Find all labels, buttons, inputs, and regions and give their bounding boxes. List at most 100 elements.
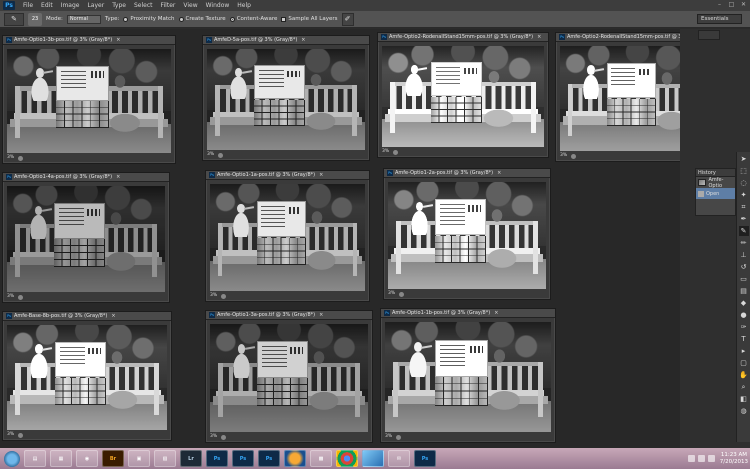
document-canvas[interactable] — [7, 186, 165, 292]
history-brush-tool-icon[interactable]: ↺ — [739, 262, 749, 272]
menu-filter[interactable]: Filter — [157, 0, 180, 11]
history-panel: History Amfe-Optio Open — [695, 168, 736, 216]
gradient-tool-icon[interactable]: ▤ — [739, 286, 749, 296]
document-status: 3% — [7, 431, 24, 439]
document-status: 3% — [7, 293, 24, 301]
shape-tool-icon[interactable]: ▢ — [739, 358, 749, 368]
document-title[interactable]: Ps Amfe-Optio1-1a-pos.tif @ 3% (Gray/8*) × — [206, 171, 369, 180]
taskbar-app-icon[interactable]: ✉ — [388, 450, 410, 467]
document-canvas[interactable] — [207, 49, 365, 150]
menu-view[interactable]: View — [179, 0, 201, 11]
menu-image[interactable]: Image — [57, 0, 84, 11]
type-content-aware-radio[interactable]: Content-Aware — [229, 16, 277, 22]
path-select-tool-icon[interactable]: ▸ — [739, 346, 749, 356]
document-title[interactable]: Ps AmfeD-5a-pos.tif @ 3% (Gray/8*) × — [203, 36, 369, 45]
document-title[interactable]: Ps Amfe-Optio2-RodenallStand15mm-pos.tif … — [378, 33, 548, 42]
flag-icon[interactable] — [687, 455, 695, 462]
brush-tool-icon[interactable]: ✏ — [739, 238, 749, 248]
menu-file[interactable]: File — [19, 0, 37, 11]
document-title[interactable]: Ps Amfe-Optio1-1b-pos.tif @ 3% (Gray/8*) × — [381, 309, 555, 318]
brush-size-picker[interactable]: 23 — [28, 12, 42, 26]
start-button-icon[interactable] — [4, 450, 20, 467]
taskbar-explorer-icon[interactable]: ▤ — [24, 450, 46, 467]
menu-type[interactable]: Type — [108, 0, 130, 11]
taskbar-photoshop-icon[interactable]: Ps — [414, 450, 436, 467]
quick-mask-icon[interactable]: ◍ — [739, 406, 749, 416]
taskbar-photoshop-icon[interactable]: Ps — [232, 450, 254, 467]
document-window-10[interactable]: Ps Amfe-Optio1-1b-pos.tif @ 3% (Gray/8*) ×… — [380, 308, 556, 443]
taskbar-app-icon[interactable]: ◉ — [76, 450, 98, 467]
document-window-9[interactable]: Ps Amfe-Optio1-3a-pos.tif @ 3% (Gray/8*) ×… — [205, 310, 373, 443]
taskbar-app-icon[interactable]: ▣ — [128, 450, 150, 467]
type-proximity-match-radio[interactable]: Proximity Match — [123, 16, 175, 22]
dodge-tool-icon[interactable]: ● — [739, 310, 749, 320]
taskbar-bridge-icon[interactable]: Br — [102, 450, 124, 467]
history-step-open[interactable]: Open — [696, 188, 735, 199]
document-canvas[interactable] — [7, 49, 171, 153]
lasso-tool-icon[interactable]: ◌ — [739, 178, 749, 188]
clock-time: 11:23 AM — [720, 451, 747, 458]
document-title[interactable]: Ps Amfe-Optio1-3b-pos.tif @ 3% (Gray/8*) × — [3, 36, 175, 45]
taskbar-app-icon[interactable]: ▧ — [154, 450, 176, 467]
document-window-6[interactable]: Ps Amfe-Optio1-1a-pos.tif @ 3% (Gray/8*) ×… — [205, 170, 370, 302]
document-window-5[interactable]: Ps Amfe-Optio1-4a-pos.tif @ 3% (Gray/8*) ×… — [2, 172, 170, 303]
clock[interactable]: 11:23 AM 7/20/2013 — [720, 452, 748, 466]
document-title[interactable]: Ps Amfe-Optio1-3a-pos.tif @ 3% (Gray/8*) × — [206, 311, 372, 320]
close-icon[interactable]: ✕ — [739, 1, 748, 9]
document-canvas[interactable] — [388, 182, 546, 289]
spot-healing-brush-icon[interactable]: ✎ — [4, 12, 24, 26]
menu-help[interactable]: Help — [233, 0, 255, 11]
document-canvas[interactable] — [210, 324, 368, 432]
menu-window[interactable]: Window — [202, 0, 234, 11]
minimize-icon[interactable]: – — [715, 1, 724, 9]
workspace-switcher[interactable]: Essentials — [697, 14, 742, 24]
document-window-3[interactable]: Ps Amfe-Optio2-RodenallStand15mm-pos.tif … — [377, 32, 549, 158]
quick-select-tool-icon[interactable]: ✦ — [739, 190, 749, 200]
taskbar-lightroom-icon[interactable]: Lr — [180, 450, 202, 467]
taskbar-photoshop-icon[interactable]: Ps — [206, 450, 228, 467]
eyedropper-tool-icon[interactable]: ✒ — [739, 214, 749, 224]
document-window-7[interactable]: Ps Amfe-Optio1-2a-pos.tif @ 3% (Gray/8*) ×… — [383, 168, 551, 300]
document-window-8[interactable]: Ps Amfe-Base-8b-pos.tif @ 3% (Gray/8*) × 3… — [2, 311, 172, 441]
taskbar-app-icon[interactable]: ▩ — [310, 450, 332, 467]
document-title[interactable]: Ps Amfe-Base-8b-pos.tif @ 3% (Gray/8*) × — [3, 312, 171, 321]
network-icon[interactable] — [697, 455, 705, 462]
document-canvas[interactable] — [382, 46, 544, 147]
color-swatches-icon[interactable]: ◧ — [739, 394, 749, 404]
pressure-icon[interactable]: ✐ — [341, 12, 354, 26]
type-create-texture-radio[interactable]: Create Texture — [178, 16, 226, 22]
document-title[interactable]: Ps Amfe-Optio1-4a-pos.tif @ 3% (Gray/8*) × — [3, 173, 169, 182]
eraser-tool-icon[interactable]: ▭ — [739, 274, 749, 284]
document-canvas[interactable] — [385, 322, 551, 432]
taskbar-photoshop-icon[interactable]: Ps — [258, 450, 280, 467]
move-tool-icon[interactable]: ➤ — [739, 154, 749, 164]
spot-healing-tool-icon[interactable]: ✎ — [738, 226, 749, 236]
collapsed-panels-strip[interactable] — [698, 30, 720, 40]
maximize-icon[interactable]: □ — [727, 1, 736, 9]
taskbar-chrome-icon[interactable] — [336, 450, 358, 467]
menu-layer[interactable]: Layer — [83, 0, 108, 11]
taskbar-safari-icon[interactable] — [362, 450, 384, 467]
crop-tool-icon[interactable]: ⌗ — [739, 202, 749, 212]
mode-label: Mode: — [46, 16, 63, 22]
document-window-2[interactable]: Ps AmfeD-5a-pos.tif @ 3% (Gray/8*) × 3% — [202, 35, 370, 161]
taskbar-firefox-icon[interactable] — [284, 450, 306, 467]
document-title[interactable]: Ps Amfe-Optio1-2a-pos.tif @ 3% (Gray/8*) × — [384, 169, 550, 178]
mode-select[interactable]: Normal — [66, 14, 101, 24]
history-snapshot[interactable]: Amfe-Optio — [696, 177, 735, 189]
type-tool-icon[interactable]: T — [739, 334, 749, 344]
hand-tool-icon[interactable]: ✋ — [739, 370, 749, 380]
clone-stamp-tool-icon[interactable]: ⊥ — [739, 250, 749, 260]
document-canvas[interactable] — [7, 325, 167, 430]
blur-tool-icon[interactable]: ◆ — [739, 298, 749, 308]
menu-select[interactable]: Select — [130, 0, 157, 11]
document-canvas[interactable] — [210, 184, 365, 291]
zoom-tool-icon[interactable]: ⌕ — [739, 382, 749, 392]
menu-edit[interactable]: Edit — [37, 0, 57, 11]
volume-icon[interactable] — [707, 455, 715, 462]
marquee-tool-icon[interactable]: ⬚ — [739, 166, 749, 176]
document-window-1[interactable]: Ps Amfe-Optio1-3b-pos.tif @ 3% (Gray/8*) ×… — [2, 35, 176, 164]
pen-tool-icon[interactable]: ✑ — [739, 322, 749, 332]
taskbar-folder-icon[interactable]: ▦ — [50, 450, 72, 467]
sample-all-layers-checkbox[interactable]: Sample All Layers — [281, 16, 338, 22]
